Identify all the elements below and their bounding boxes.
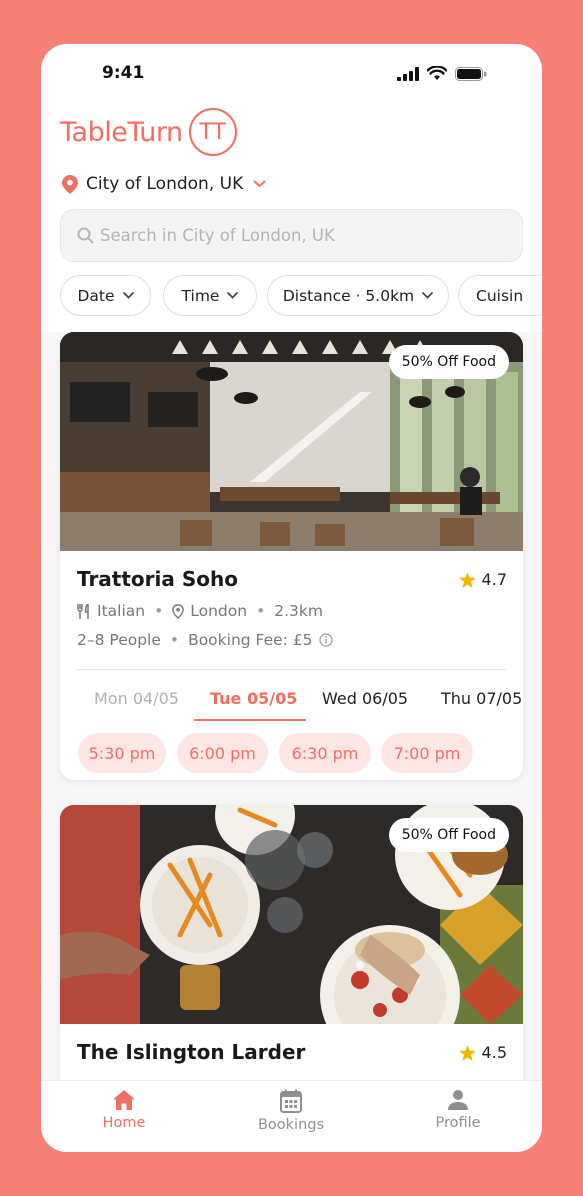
star-icon <box>458 571 476 588</box>
time-slot[interactable]: 7:00 pm <box>381 733 473 773</box>
separator-dot: • <box>256 602 266 620</box>
date-tab-mon[interactable]: Mon 04/05 <box>94 689 179 708</box>
cuisine: Italian <box>97 602 146 620</box>
person-icon <box>448 1090 468 1110</box>
tab-bookings[interactable]: Bookings <box>231 1089 351 1133</box>
time-slot[interactable]: 6:00 pm <box>177 733 268 773</box>
tab-label: Bookings <box>257 1117 325 1133</box>
restaurant-name: Trattoria Soho <box>77 567 238 591</box>
filter-label: Cuisin <box>476 286 524 305</box>
offer-badge: 50% Off Food <box>388 818 509 852</box>
offer-badge: 50% Off Food <box>388 345 509 379</box>
active-date-indicator <box>194 719 306 721</box>
map-pin-icon <box>62 174 78 194</box>
location-selector[interactable]: City of London, UK <box>62 174 266 194</box>
date-tab-thu[interactable]: Thu 07/05 <box>441 689 522 708</box>
tab-home[interactable]: Home <box>64 1089 184 1131</box>
date-tab-tue[interactable]: Tue 05/05 <box>210 689 297 708</box>
search-placeholder: Search in City of London, UK <box>100 226 335 245</box>
time-slot[interactable]: 5:30 pm <box>78 733 166 773</box>
restaurant-card[interactable]: 50% Off Food Trattoria Soho 4.7 Italian … <box>60 332 523 780</box>
chevron-down-icon <box>227 292 239 299</box>
brand-logo: TT <box>188 108 237 156</box>
tab-profile[interactable]: Profile <box>398 1089 518 1131</box>
restaurant-card[interactable]: 50% Off Food The Islington Larder 4.5 <box>60 805 523 1080</box>
booking-fee: Booking Fee: £5 <box>188 631 313 649</box>
area: London <box>190 602 248 620</box>
filter-date[interactable]: Date <box>60 275 151 316</box>
chevron-down-icon <box>422 292 433 299</box>
restaurant-name: The Islington Larder <box>77 1040 306 1064</box>
star-icon <box>458 1044 476 1061</box>
date-tab-wed[interactable]: Wed 06/05 <box>322 689 408 708</box>
restaurant-photo: 50% Off Food <box>60 805 523 1024</box>
filter-label: Time <box>181 286 220 305</box>
distance: 2.3km <box>274 602 323 620</box>
home-icon <box>113 1090 135 1110</box>
divider <box>77 669 506 670</box>
chevron-down-icon <box>253 180 266 187</box>
status-icons <box>397 66 487 81</box>
filter-cuisine[interactable]: Cuisin <box>458 275 542 316</box>
restaurant-details: 2–8 People • Booking Fee: £5 <box>77 631 333 649</box>
tab-label: Home <box>102 1115 146 1131</box>
phone-screen: 9:41 TableTurn TT City of London, UK Sea… <box>41 44 542 1152</box>
restaurant-meta: Italian • London • 2.3km <box>77 602 323 620</box>
filter-label: Distance · 5.0km <box>282 286 415 305</box>
filter-label: Date <box>77 286 115 305</box>
filter-chips: Date Time Distance · 5.0km Cuisin <box>60 275 542 317</box>
search-input[interactable]: Search in City of London, UK <box>60 209 523 262</box>
restaurant-feed[interactable]: 50% Off Food Trattoria Soho 4.7 Italian … <box>41 332 542 1080</box>
brand: TableTurn TT <box>60 108 237 156</box>
calendar-icon <box>280 1089 302 1113</box>
brand-name: TableTurn <box>60 116 183 148</box>
separator-dot: • <box>154 602 164 620</box>
bottom-tab-bar: Home Bookings Profile <box>41 1080 542 1152</box>
separator-dot: • <box>169 631 180 649</box>
restaurant-photo: 50% Off Food <box>60 332 523 551</box>
battery-icon <box>455 66 487 81</box>
cutlery-icon <box>77 603 89 619</box>
party-size: 2–8 People <box>77 631 161 649</box>
rating-value: 4.5 <box>481 1043 507 1062</box>
rating-value: 4.7 <box>481 570 507 589</box>
map-pin-icon <box>172 603 185 619</box>
search-icon <box>77 227 94 244</box>
tab-label: Profile <box>435 1115 481 1131</box>
filter-time[interactable]: Time <box>163 275 257 316</box>
location-label: City of London, UK <box>86 174 244 194</box>
rating: 4.5 <box>458 1043 507 1062</box>
time-slot[interactable]: 6:30 pm <box>279 733 371 773</box>
date-tabs: Mon 04/05 Tue 05/05 Wed 06/05 Thu 07/05 <box>60 689 523 731</box>
signal-icon <box>397 66 419 81</box>
status-time: 9:41 <box>102 63 145 83</box>
chevron-down-icon <box>122 292 134 299</box>
rating: 4.7 <box>458 570 507 589</box>
filter-distance[interactable]: Distance · 5.0km <box>267 275 449 316</box>
info-icon[interactable] <box>318 633 333 647</box>
wifi-icon <box>427 66 447 80</box>
